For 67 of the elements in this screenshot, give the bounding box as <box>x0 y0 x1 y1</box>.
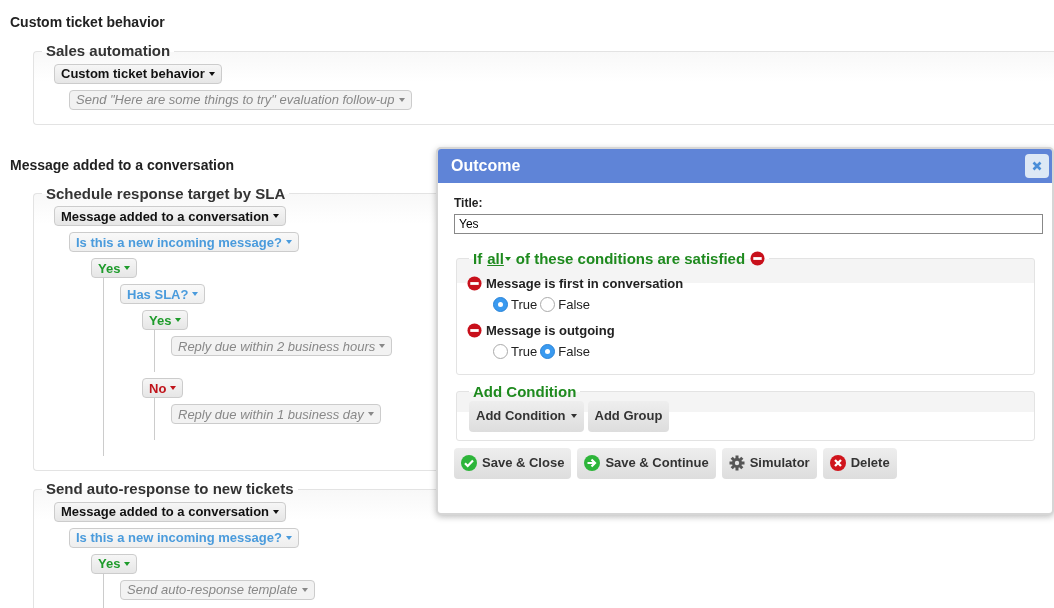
branch-dropdown[interactable]: Yes <box>91 553 138 574</box>
gear-icon <box>728 455 745 471</box>
check-icon <box>461 455 477 471</box>
caret-icon <box>570 414 577 418</box>
action-dropdown[interactable]: Send auto-response template <box>120 579 315 600</box>
action-dropdown[interactable]: Reply due within 2 business hours <box>171 336 393 356</box>
remove-icon[interactable] <box>467 322 482 338</box>
caret-icon <box>192 292 199 296</box>
quantifier-dropdown[interactable]: all <box>487 249 511 268</box>
caret-icon <box>273 509 280 514</box>
rule-title: Sales automation <box>45 43 172 60</box>
caret-icon <box>208 71 215 76</box>
section-heading: Custom ticket behavior <box>10 13 165 32</box>
delete-icon <box>829 455 846 471</box>
caret-icon <box>175 318 182 322</box>
save-close-button[interactable]: Save & Close <box>454 447 572 479</box>
close-icon <box>1030 159 1044 173</box>
action-dropdown[interactable]: Send "Here are some things to try" evaluation follow-up <box>69 89 412 110</box>
remove-icon[interactable] <box>467 275 482 291</box>
rule-title: Schedule response target by SLA <box>45 185 287 202</box>
remove-icon[interactable] <box>750 251 766 266</box>
condition-dropdown[interactable]: Is this a new incoming message? <box>69 527 299 548</box>
trigger-dropdown[interactable]: Custom ticket behavior <box>54 63 222 84</box>
trigger-dropdown[interactable]: Message added to a conversation <box>54 206 287 226</box>
section-heading: Message added to a conversation <box>10 155 235 175</box>
caret-icon <box>170 386 177 390</box>
option-label: True <box>511 343 538 361</box>
branch-dropdown[interactable]: No <box>142 378 184 398</box>
condition-dropdown[interactable]: Is this a new incoming message? <box>69 232 299 252</box>
option-label: False <box>558 296 591 314</box>
radio-button[interactable] <box>493 297 508 313</box>
option-label: True <box>511 296 538 314</box>
condition-group-text: of these conditions are satisfied <box>515 249 746 268</box>
caret-icon <box>301 587 308 592</box>
simulator-button[interactable]: Simulator <box>721 447 817 479</box>
add-group-button[interactable]: Add Group <box>587 400 670 432</box>
radio-button[interactable] <box>540 344 556 360</box>
caret-icon <box>398 97 405 102</box>
radio-button[interactable] <box>540 297 556 313</box>
add-condition-dropdown[interactable]: Add Condition <box>469 400 584 432</box>
dialog-title: Outcome <box>451 156 521 176</box>
caret-icon <box>379 344 386 348</box>
save-continue-button[interactable]: Save & Continue <box>577 447 716 479</box>
condition-label: Message is outgoing <box>486 321 615 340</box>
option-label: False <box>558 343 591 361</box>
condition-label: Message is first in conversation <box>486 274 684 293</box>
caret-icon <box>273 214 280 218</box>
add-condition-title: Add Condition <box>472 382 578 401</box>
trigger-dropdown[interactable]: Message added to a conversation <box>54 501 287 522</box>
caret-icon <box>124 561 131 566</box>
rule-title: Send auto-response to new tickets <box>45 481 295 498</box>
caret-icon <box>504 256 511 261</box>
branch-dropdown[interactable]: Yes <box>91 258 138 278</box>
action-dropdown[interactable]: Reply due within 1 business day <box>171 404 381 424</box>
condition-group-prefix: If <box>473 249 483 268</box>
condition-dropdown[interactable]: Has SLA? <box>120 284 206 304</box>
caret-icon <box>285 535 292 540</box>
caret-icon <box>367 412 374 416</box>
arrow-right-icon <box>584 455 601 471</box>
branch-dropdown[interactable]: Yes <box>142 310 189 330</box>
title-input[interactable]: Yes <box>454 213 1043 234</box>
delete-button[interactable]: Delete <box>822 447 897 479</box>
caret-icon <box>124 266 131 270</box>
caret-icon <box>285 240 292 244</box>
close-button[interactable] <box>1025 154 1049 178</box>
title-label: Title: <box>454 195 483 212</box>
radio-button[interactable] <box>493 344 508 360</box>
